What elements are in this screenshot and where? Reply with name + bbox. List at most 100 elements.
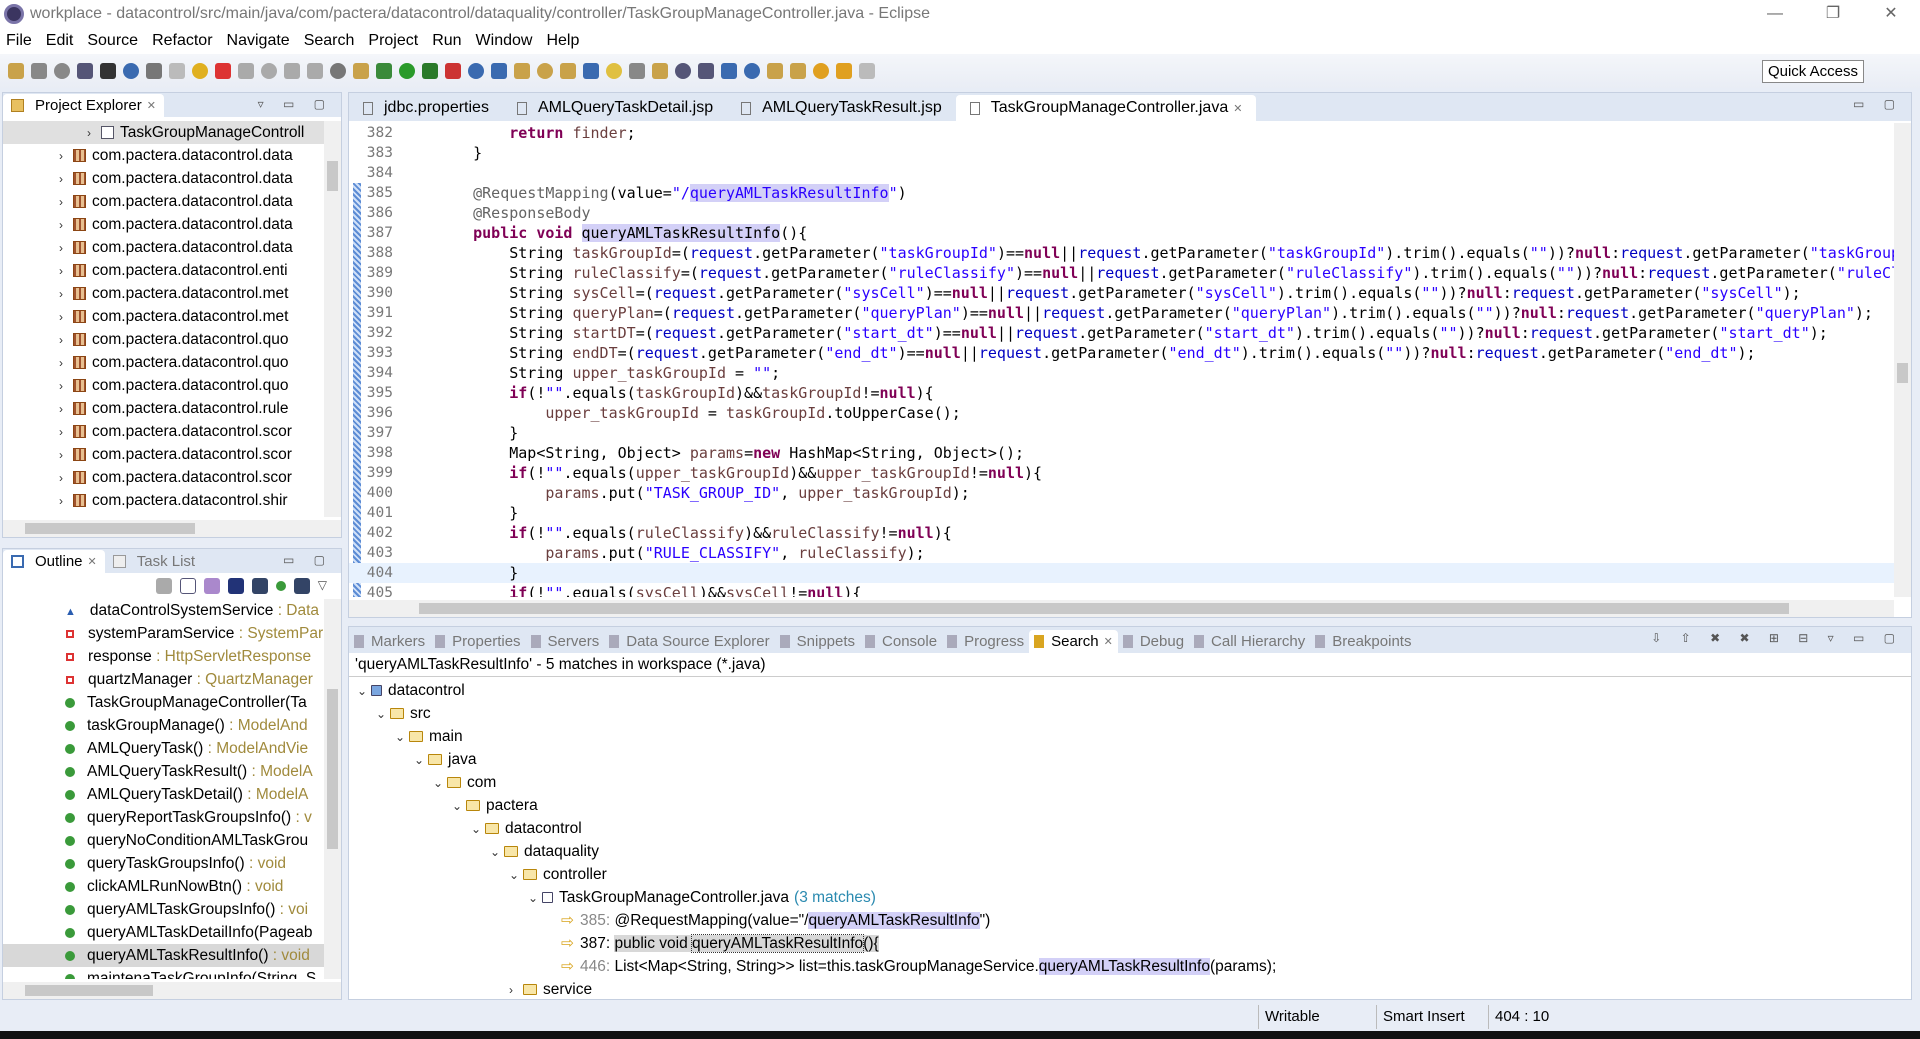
search-result-item[interactable]: ⌄ main bbox=[349, 725, 1911, 748]
search-result-item[interactable]: ⇨ 446: List<Map<String, String>> list=thi… bbox=[349, 955, 1911, 978]
tree-item[interactable]: › com.pactera.datacontrol.quo bbox=[3, 374, 324, 397]
search-result-item[interactable]: ⌄ TaskGroupManageController.java (3 matche… bbox=[349, 886, 1911, 909]
outline-item[interactable]: queryAMLTaskResultInfo() : void bbox=[3, 944, 324, 967]
close-button[interactable]: ✕ bbox=[1862, 0, 1920, 28]
project-explorer-hscrollbar[interactable] bbox=[3, 520, 341, 537]
expand-chevron-icon[interactable]: › bbox=[87, 122, 101, 144]
tree-item[interactable]: › com.pactera.datacontrol.scor bbox=[3, 420, 324, 443]
toolbar-action-icon[interactable] bbox=[54, 63, 70, 79]
expand-chevron-icon[interactable]: › bbox=[59, 467, 73, 489]
editor-tab[interactable]: AMLQueryTaskDetail.jsp bbox=[503, 95, 727, 121]
hide-static-icon[interactable] bbox=[251, 578, 268, 594]
toolbar-action-icon[interactable] bbox=[583, 63, 599, 79]
outline-item[interactable]: quartzManager : QuartzManager bbox=[3, 668, 324, 691]
search-result-item[interactable]: ⌄ com bbox=[349, 771, 1911, 794]
tree-item[interactable]: › com.pactera.datacontrol.scor bbox=[3, 443, 324, 466]
toolbar-action-icon[interactable] bbox=[560, 63, 576, 79]
focus-icon[interactable] bbox=[155, 578, 172, 594]
expanded-chevron-icon[interactable]: ⌄ bbox=[452, 795, 466, 817]
toolbar-action-icon[interactable] bbox=[422, 63, 438, 79]
expanded-chevron-icon[interactable]: ⌄ bbox=[528, 887, 542, 909]
toolbar-action-icon[interactable] bbox=[215, 63, 231, 79]
menu-file[interactable]: File bbox=[6, 32, 32, 50]
toolbar-action-icon[interactable] bbox=[100, 63, 116, 79]
tab-debug[interactable]: Debug bbox=[1118, 630, 1189, 653]
tab-progress[interactable]: Progress bbox=[942, 630, 1029, 653]
outline-item[interactable]: systemParamService : SystemPar bbox=[3, 622, 324, 645]
expanded-chevron-icon[interactable]: ⌄ bbox=[395, 726, 409, 748]
tree-item[interactable]: › com.pactera.datacontrol.enti bbox=[3, 259, 324, 282]
tab-data-source-explorer[interactable]: Data Source Explorer bbox=[604, 630, 774, 653]
editor-controls[interactable]: ▭ ▢ bbox=[1853, 97, 1903, 111]
tab-search[interactable]: Search ✕ bbox=[1029, 630, 1118, 653]
toolbar-action-icon[interactable] bbox=[238, 63, 254, 79]
search-result-item[interactable]: ⇨ 387: public void queryAMLTaskResultInfo… bbox=[349, 932, 1911, 955]
project-explorer-scrollbar[interactable] bbox=[324, 121, 341, 517]
tab-properties[interactable]: Properties bbox=[430, 630, 525, 653]
search-view-controls[interactable]: ⇩ ⇧ ✖ ✖ ⊞ ⊟ ▿ ▭ ▢ bbox=[1651, 631, 1903, 645]
outline-item[interactable]: clickAMLRunNowBtn() : void bbox=[3, 875, 324, 898]
editor-tab[interactable]: AMLQueryTaskResult.jsp bbox=[727, 95, 956, 121]
toolbar-action-icon[interactable] bbox=[537, 63, 553, 79]
tree-item[interactable]: › com.pactera.datacontrol.met bbox=[3, 305, 324, 328]
outline-item[interactable]: AMLQueryTaskResult() : ModelA bbox=[3, 760, 324, 783]
toolbar-action-icon[interactable] bbox=[859, 63, 875, 79]
collapse-all-icon[interactable] bbox=[179, 578, 196, 594]
toolbar-action-icon[interactable] bbox=[606, 63, 622, 79]
minimize-button[interactable]: — bbox=[1746, 0, 1804, 28]
tab-task-list[interactable]: Task List bbox=[105, 550, 203, 573]
outline-item[interactable]: queryAMLTaskDetailInfo(Pageab bbox=[3, 921, 324, 944]
view-controls[interactable]: ▭ ▢ bbox=[283, 553, 333, 567]
toolbar-action-icon[interactable] bbox=[261, 63, 277, 79]
hide-nonpublic-icon[interactable] bbox=[275, 581, 286, 591]
outline-item[interactable]: AMLQueryTask() : ModelAndVie bbox=[3, 737, 324, 760]
toolbar-action-icon[interactable] bbox=[169, 63, 185, 79]
outline-item[interactable]: maintenaTaskGroupInfo(String, S bbox=[3, 967, 324, 979]
expand-chevron-icon[interactable]: › bbox=[59, 398, 73, 420]
collapsed-chevron-icon[interactable]: › bbox=[509, 979, 523, 999]
expand-chevron-icon[interactable]: › bbox=[59, 260, 73, 282]
toolbar-action-icon[interactable] bbox=[307, 63, 323, 79]
expand-chevron-icon[interactable]: › bbox=[59, 145, 73, 167]
tab-console[interactable]: Console bbox=[860, 630, 942, 653]
expand-chevron-icon[interactable]: › bbox=[59, 352, 73, 374]
outline-hscrollbar[interactable] bbox=[3, 982, 341, 999]
toolbar-action-icon[interactable] bbox=[146, 63, 162, 79]
toolbar-action-icon[interactable] bbox=[376, 63, 392, 79]
toolbar-action-icon[interactable] bbox=[767, 63, 783, 79]
expanded-chevron-icon[interactable]: ⌄ bbox=[509, 864, 523, 886]
tree-item[interactable]: › com.pactera.datacontrol.quo bbox=[3, 328, 324, 351]
menu-project[interactable]: Project bbox=[368, 32, 418, 50]
expand-chevron-icon[interactable]: › bbox=[59, 237, 73, 259]
search-result-item[interactable]: ⌄ dataquality bbox=[349, 840, 1911, 863]
restore-button[interactable]: ❐ bbox=[1804, 0, 1862, 28]
outline-item[interactable]: queryReportTaskGroupsInfo() : v bbox=[3, 806, 324, 829]
sort-icon[interactable] bbox=[203, 578, 220, 594]
expand-chevron-icon[interactable]: › bbox=[59, 191, 73, 213]
search-result-item[interactable]: ⌄ pactera bbox=[349, 794, 1911, 817]
quick-access-input[interactable]: Quick Access bbox=[1761, 60, 1864, 83]
toolbar-action-icon[interactable] bbox=[353, 63, 369, 79]
search-result-item[interactable]: › service bbox=[349, 978, 1911, 999]
editor-scrollbar[interactable] bbox=[1894, 123, 1911, 597]
tab-snippets[interactable]: Snippets bbox=[775, 630, 860, 653]
tree-item[interactable]: › com.pactera.datacontrol.scor bbox=[3, 466, 324, 489]
expand-chevron-icon[interactable]: › bbox=[59, 306, 73, 328]
toolbar-action-icon[interactable] bbox=[836, 63, 852, 79]
toolbar-action-icon[interactable] bbox=[675, 63, 691, 79]
search-result-item[interactable]: ⌄ datacontrol bbox=[349, 679, 1911, 702]
menu-refactor[interactable]: Refactor bbox=[152, 32, 212, 50]
toolbar-action-icon[interactable] bbox=[31, 63, 47, 79]
close-icon[interactable]: ✕ bbox=[1104, 635, 1113, 648]
tree-item[interactable]: › com.pactera.datacontrol.data bbox=[3, 167, 324, 190]
menu-window[interactable]: Window bbox=[476, 32, 533, 50]
toolbar-action-icon[interactable] bbox=[721, 63, 737, 79]
toolbar-action-icon[interactable] bbox=[445, 63, 461, 79]
tab-markers[interactable]: Markers bbox=[349, 630, 430, 653]
menu-source[interactable]: Source bbox=[87, 32, 138, 50]
outline-item[interactable]: AMLQueryTaskDetail() : ModelA bbox=[3, 783, 324, 806]
toolbar-action-icon[interactable] bbox=[77, 63, 93, 79]
close-tab-icon[interactable]: ✕ bbox=[1233, 102, 1242, 115]
tree-item[interactable]: › TaskGroupManageControll bbox=[3, 121, 324, 144]
tab-breakpoints[interactable]: Breakpoints bbox=[1310, 630, 1416, 653]
